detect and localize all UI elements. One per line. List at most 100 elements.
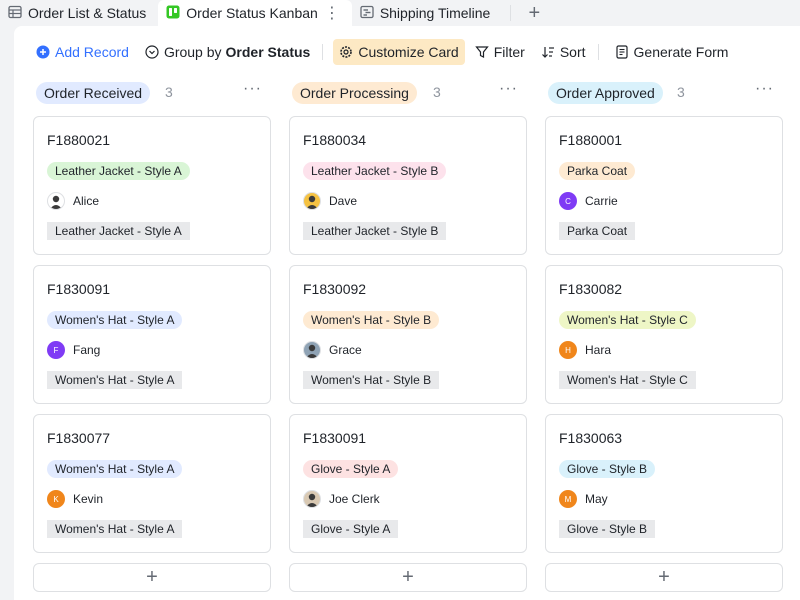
column-header: Order Processing 3 ··· bbox=[286, 78, 526, 108]
assignee-name: May bbox=[585, 492, 608, 506]
assignee-name: Alice bbox=[73, 194, 100, 208]
avatar: K bbox=[47, 490, 65, 508]
add-record-label: Add Record bbox=[55, 44, 129, 60]
tab-order-kanban[interactable]: Order Status Kanban ⋮ bbox=[158, 0, 352, 26]
product-field: Leather Jacket - Style B bbox=[303, 222, 447, 240]
product-field: Leather Jacket - Style A bbox=[47, 222, 190, 240]
kanban-board: Order Received 3 ··· F1880021 Leather Jacket… bbox=[14, 78, 800, 600]
view-tabs: Order List & Status Order Status Kanban … bbox=[0, 0, 800, 26]
group-by-prefix: Group by bbox=[163, 44, 222, 60]
assignee: F Fang bbox=[47, 340, 100, 360]
assignee: K Kevin bbox=[47, 489, 103, 509]
generate-form-button[interactable]: Generate Form bbox=[609, 39, 735, 65]
assignee-name: Joe Clerk bbox=[329, 492, 380, 506]
assignee: H Hara bbox=[559, 340, 611, 360]
toolbar-divider bbox=[597, 44, 599, 60]
generate-form-label: Generate Form bbox=[633, 44, 729, 60]
table-icon bbox=[8, 5, 22, 19]
more-horizontal-icon[interactable]: ··· bbox=[755, 80, 774, 98]
group-by-field: Order Status bbox=[225, 44, 311, 60]
add-view-icon[interactable]: + bbox=[523, 2, 545, 25]
plus-circle-icon bbox=[36, 45, 50, 59]
add-record-button[interactable]: Add Record bbox=[30, 39, 135, 65]
sort-label: Sort bbox=[559, 44, 586, 60]
product-field: Parka Coat bbox=[559, 222, 636, 240]
add-card-button[interactable]: + bbox=[33, 563, 271, 592]
kanban-column-order-approved: Order Approved 3 ··· F1880001 Parka Coat C Car… bbox=[542, 78, 783, 592]
record-card[interactable]: F1830092 Women's Hat - Style B Grace Women'… bbox=[289, 265, 527, 404]
assignee: Dave bbox=[303, 191, 357, 211]
avatar bbox=[303, 341, 321, 359]
avatar bbox=[303, 192, 321, 210]
record-card[interactable]: F1830077 Women's Hat - Style A K Kevin Women… bbox=[33, 414, 271, 553]
assignee: Joe Clerk bbox=[303, 489, 380, 509]
column-header: Order Approved 3 ··· bbox=[542, 78, 782, 108]
product-tag: Women's Hat - Style A bbox=[47, 311, 183, 329]
more-horizontal-icon[interactable]: ··· bbox=[243, 80, 262, 98]
order-id: F1830063 bbox=[559, 430, 623, 446]
avatar: H bbox=[559, 341, 577, 359]
add-card-button[interactable]: + bbox=[289, 563, 527, 592]
product-tag: Women's Hat - Style A bbox=[47, 460, 183, 478]
column-title[interactable]: Order Processing bbox=[292, 82, 417, 104]
chevron-circle-icon bbox=[145, 45, 159, 59]
column-title[interactable]: Order Received bbox=[36, 82, 151, 104]
product-tag: Leather Jacket - Style B bbox=[303, 162, 447, 180]
form-icon bbox=[615, 45, 628, 59]
toolbar-divider bbox=[322, 44, 324, 60]
record-card[interactable]: F1880034 Leather Jacket - Style B Dave Leat… bbox=[289, 116, 527, 255]
column-title[interactable]: Order Approved bbox=[548, 82, 663, 104]
column-count: 3 bbox=[433, 84, 441, 100]
order-id: F1830092 bbox=[303, 281, 367, 297]
assignee-name: Kevin bbox=[73, 492, 104, 506]
more-vertical-icon[interactable]: ⋮ bbox=[324, 3, 340, 23]
filter-button[interactable]: Filter bbox=[469, 39, 531, 65]
tab-label: Order List & Status bbox=[28, 5, 147, 21]
product-tag: Glove - Style A bbox=[303, 460, 399, 478]
order-id: F1830077 bbox=[47, 430, 111, 446]
order-id: F1880021 bbox=[47, 132, 111, 148]
product-tag: Leather Jacket - Style A bbox=[47, 162, 190, 180]
product-field: Glove - Style B bbox=[559, 520, 656, 538]
tab-divider bbox=[510, 5, 512, 21]
avatar bbox=[47, 192, 65, 210]
product-field: Women's Hat - Style A bbox=[47, 371, 183, 389]
gantt-icon bbox=[360, 5, 374, 19]
sort-button[interactable]: Sort bbox=[535, 39, 592, 65]
tab-label: Order Status Kanban bbox=[186, 5, 318, 21]
add-card-button[interactable]: + bbox=[545, 563, 783, 592]
record-card[interactable]: F1830091 Women's Hat - Style A F Fang Women'… bbox=[33, 265, 271, 404]
more-horizontal-icon[interactable]: ··· bbox=[499, 80, 518, 98]
product-field: Glove - Style A bbox=[303, 520, 399, 538]
record-card[interactable]: F1830091 Glove - Style A Joe Clerk Glove - … bbox=[289, 414, 527, 553]
tab-order-list[interactable]: Order List & Status bbox=[0, 0, 158, 26]
customize-card-button[interactable]: Customize Card bbox=[333, 39, 465, 65]
product-field: Women's Hat - Style A bbox=[47, 520, 183, 538]
assignee: Grace bbox=[303, 340, 362, 360]
assignee-name: Grace bbox=[329, 343, 362, 357]
gear-icon bbox=[340, 46, 353, 58]
avatar: M bbox=[559, 490, 577, 508]
group-by-button[interactable]: Group by Order Status bbox=[139, 39, 316, 65]
kanban-column-order-processing: Order Processing 3 ··· F1880034 Leather Jack… bbox=[286, 78, 527, 592]
product-tag: Parka Coat bbox=[559, 162, 636, 180]
tab-shipping-timeline[interactable]: Shipping Timeline bbox=[352, 0, 503, 26]
assignee: M May bbox=[559, 489, 608, 509]
record-card[interactable]: F1830063 Glove - Style B M May Glove - Style… bbox=[545, 414, 783, 553]
product-field: Women's Hat - Style C bbox=[559, 371, 696, 389]
filter-icon bbox=[474, 46, 489, 58]
view-toolbar: Add Record Group by Order Status Customi… bbox=[14, 26, 800, 78]
assignee: C Carrie bbox=[559, 191, 618, 211]
product-tag: Women's Hat - Style C bbox=[559, 311, 696, 329]
record-card[interactable]: F1830082 Women's Hat - Style C H Hara Women'… bbox=[545, 265, 783, 404]
avatar: C bbox=[559, 192, 577, 210]
kanban-icon bbox=[166, 5, 180, 19]
order-id: F1830082 bbox=[559, 281, 623, 297]
product-tag: Glove - Style B bbox=[559, 460, 656, 478]
assignee-name: Carrie bbox=[585, 194, 618, 208]
record-card[interactable]: F1880021 Leather Jacket - Style A Alice Lea… bbox=[33, 116, 271, 255]
avatar bbox=[303, 490, 321, 508]
record-card[interactable]: F1880001 Parka Coat C Carrie Parka Coat bbox=[545, 116, 783, 255]
column-count: 3 bbox=[165, 84, 173, 100]
assignee-name: Fang bbox=[73, 343, 101, 357]
